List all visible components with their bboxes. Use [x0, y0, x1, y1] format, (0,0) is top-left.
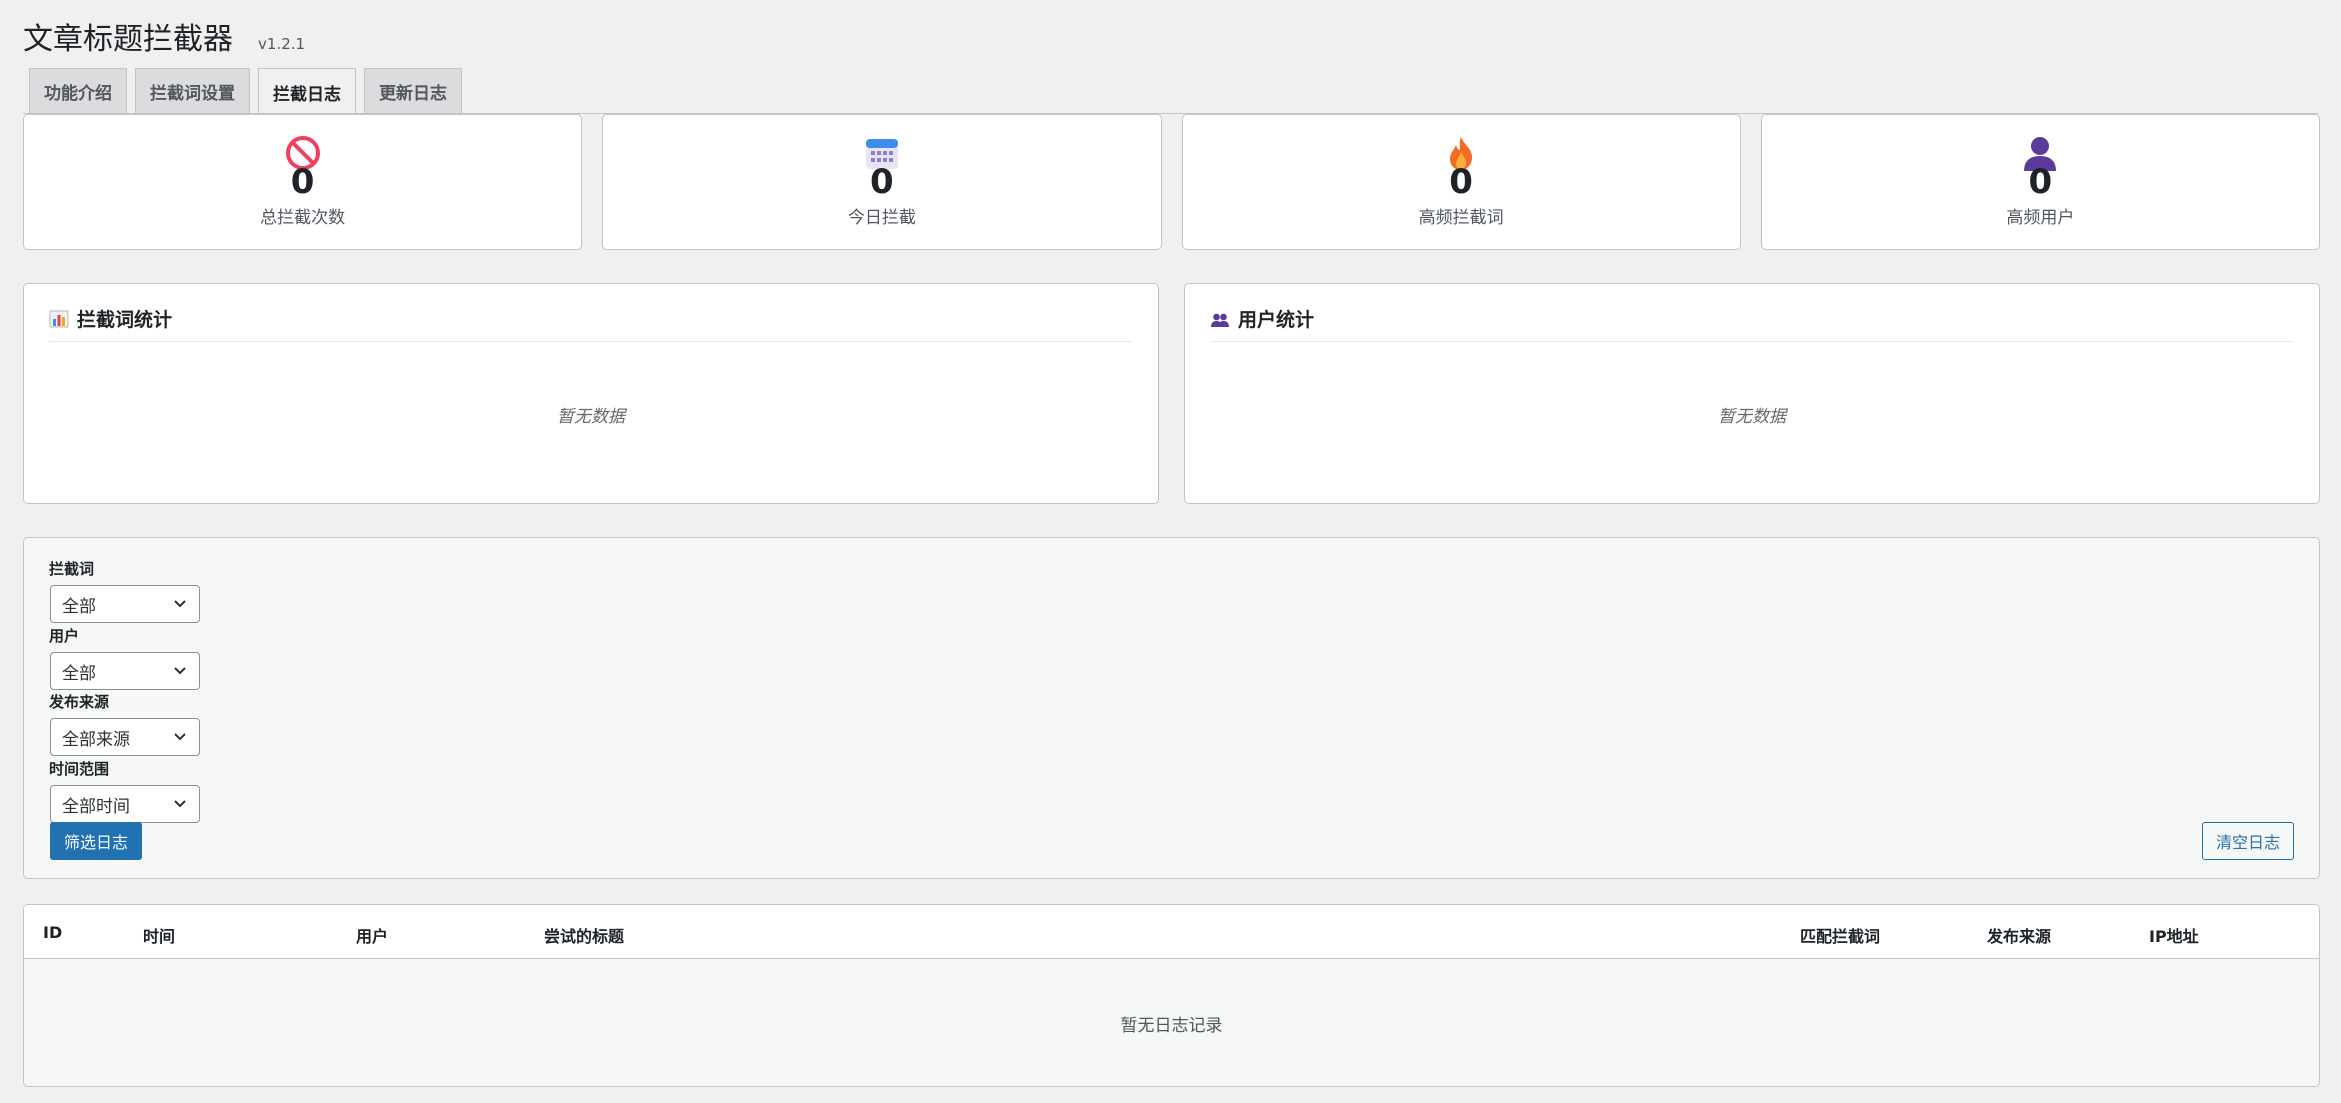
page-header: 文章标题拦截器 v1.2.1 [23, 14, 306, 57]
stat-card-top-user: 0 高频用户 [1760, 114, 2320, 250]
stat-top-keyword-value: 0 [1449, 162, 1473, 202]
tab-changelog[interactable]: 更新日志 [364, 68, 462, 114]
user-stats-empty: 暂无数据 [1718, 407, 1786, 427]
filter-form: 拦截词 全部 用户 全部 发布来源 全部来源 时间范围 全部时间 筛选日志 清空… [23, 537, 2320, 879]
stat-top-user-label: 高频用户 [2006, 208, 2075, 228]
version-label: v1.2.1 [258, 35, 306, 53]
chevron-down-icon [171, 795, 189, 818]
time-filter-value: 全部时间 [62, 796, 130, 817]
log-table: ID 时间 用户 尝试的标题 匹配拦截词 发布来源 IP地址 暂无日志记录 [23, 904, 2320, 1087]
page-title: 文章标题拦截器 [23, 22, 233, 57]
filter-logs-button[interactable]: 筛选日志 [50, 822, 142, 860]
plugin-page: 文章标题拦截器 v1.2.1 功能介绍 拦截词设置 拦截日志 更新日志 0 总拦… [0, 0, 2341, 1103]
column-header-ip: IP地址 [2149, 927, 2199, 946]
user-stats-header: 用户统计 [1210, 309, 2294, 342]
chevron-down-icon [171, 662, 189, 685]
log-table-header: ID 时间 用户 尝试的标题 匹配拦截词 发布来源 IP地址 [24, 905, 2319, 959]
user-stats-panel: 用户统计 暂无数据 [1184, 283, 2320, 504]
tab-block-log[interactable]: 拦截日志 [258, 68, 356, 115]
stat-card-top-keyword: 0 高频拦截词 [1181, 114, 1741, 250]
keyword-filter-label: 拦截词 [49, 560, 95, 578]
stat-total-label: 总拦截次数 [260, 208, 346, 228]
user-filter-select[interactable]: 全部 [50, 652, 200, 690]
time-filter-label: 时间范围 [49, 760, 110, 778]
column-header-time: 时间 [143, 927, 176, 946]
keyword-filter-select[interactable]: 全部 [50, 585, 200, 623]
log-table-empty: 暂无日志记录 [1120, 1016, 1223, 1036]
column-header-user: 用户 [356, 927, 389, 946]
keyword-stats-header: 拦截词统计 [49, 309, 1133, 342]
tab-bar: 功能介绍 拦截词设置 拦截日志 更新日志 [29, 68, 462, 115]
chevron-down-icon [171, 728, 189, 751]
time-filter-select[interactable]: 全部时间 [50, 785, 200, 823]
column-header-keyword: 匹配拦截词 [1800, 927, 1881, 946]
stat-card-today: 0 今日拦截 [602, 114, 1162, 250]
stat-today-label: 今日拦截 [847, 208, 916, 228]
tab-keyword-settings[interactable]: 拦截词设置 [135, 68, 250, 114]
source-filter-select[interactable]: 全部来源 [50, 718, 200, 756]
source-filter-label: 发布来源 [49, 693, 110, 711]
user-filter-value: 全部 [62, 663, 96, 684]
column-header-source: 发布来源 [1987, 927, 2052, 946]
stat-card-total: 0 总拦截次数 [23, 114, 583, 250]
column-header-title: 尝试的标题 [544, 927, 625, 946]
user-stats-title: 用户统计 [1238, 309, 1315, 331]
users-icon [1210, 309, 1230, 333]
user-filter-label: 用户 [49, 627, 80, 645]
keyword-stats-empty: 暂无数据 [557, 407, 625, 427]
stat-today-value: 0 [870, 162, 894, 202]
stats-row: 0 总拦截次数 0 今日拦截 0 高频拦截词 0 高频用户 [23, 114, 2320, 250]
clear-logs-button[interactable]: 清空日志 [2202, 822, 2294, 860]
chevron-down-icon [171, 595, 189, 618]
keyword-stats-title: 拦截词统计 [77, 309, 173, 331]
bar-chart-icon [49, 309, 69, 333]
stat-top-user-value: 0 [2028, 162, 2053, 202]
keyword-filter-value: 全部 [62, 596, 96, 617]
tab-intro[interactable]: 功能介绍 [29, 68, 127, 114]
source-filter-value: 全部来源 [62, 729, 130, 750]
column-header-id: ID [43, 923, 63, 942]
keyword-stats-panel: 拦截词统计 暂无数据 [23, 283, 1159, 504]
stat-total-value: 0 [290, 162, 315, 202]
stat-top-keyword-label: 高频拦截词 [1418, 208, 1504, 228]
